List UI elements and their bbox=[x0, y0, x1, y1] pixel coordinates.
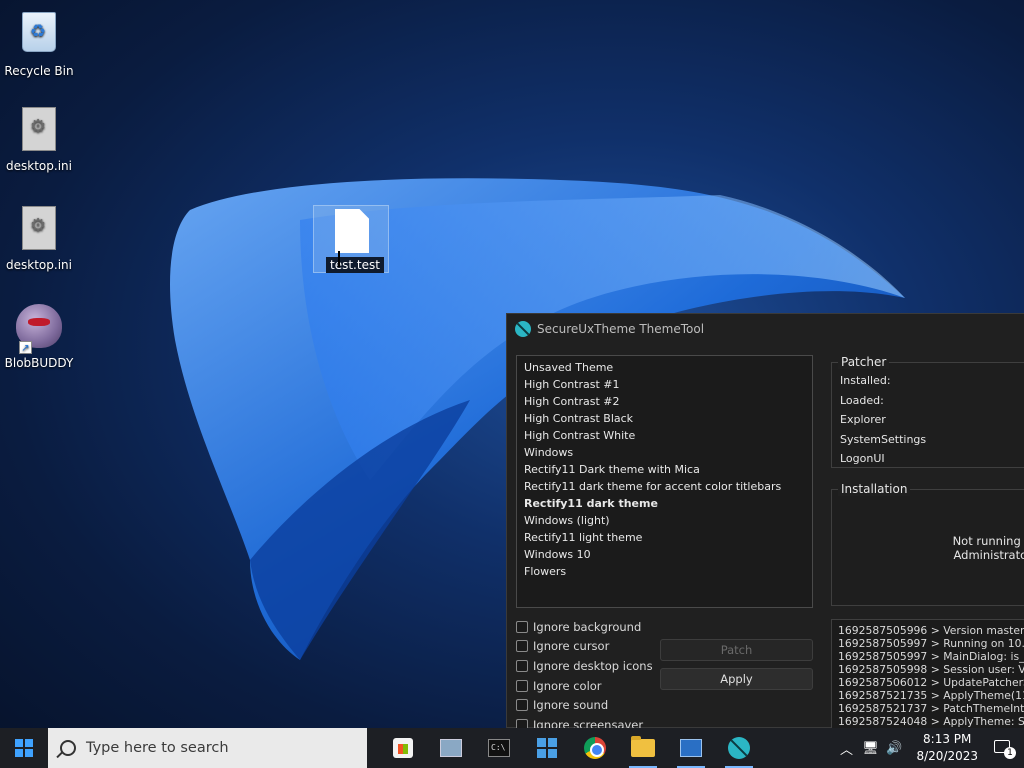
taskbar-tiles-app[interactable] bbox=[523, 728, 571, 768]
desktop-icon-blobbuddy[interactable]: ↗ BlobBUDDY bbox=[1, 304, 77, 370]
taskbar-apps: C:\ bbox=[379, 728, 763, 768]
theme-list-item[interactable]: Rectify11 light theme bbox=[517, 529, 812, 546]
log-line: 1692587506012 > UpdatePatcherStat bbox=[838, 676, 1024, 689]
apply-button[interactable]: Apply bbox=[660, 668, 813, 690]
taskbar-file-explorer[interactable] bbox=[619, 728, 667, 768]
log-output[interactable]: 1692587505996 > Version master 169258750… bbox=[831, 619, 1024, 731]
window-title: SecureUxTheme ThemeTool bbox=[537, 322, 705, 336]
chrome-icon bbox=[584, 737, 606, 759]
taskbar-store[interactable] bbox=[379, 728, 427, 768]
desktop-icon-recycle-bin[interactable]: Recycle Bin bbox=[1, 8, 77, 78]
theme-list-item[interactable]: Windows 10 bbox=[517, 546, 812, 563]
theme-list[interactable]: Unsaved Theme High Contrast #1 High Cont… bbox=[516, 355, 813, 608]
clock-date: 8/20/2023 bbox=[916, 749, 978, 763]
network-icon[interactable]: 🖥 bbox=[859, 741, 881, 756]
log-line: 1692587524048 > ApplyTheme: SetC bbox=[838, 715, 1024, 728]
desktop-icon-test-file[interactable]: test.test bbox=[313, 205, 389, 273]
checkbox-ignore-cursor[interactable]: Ignore cursor bbox=[516, 637, 653, 657]
theme-list-item[interactable]: High Contrast #2 bbox=[517, 393, 812, 410]
checkbox-ignore-sound[interactable]: Ignore sound bbox=[516, 695, 653, 715]
options-checkboxes: Ignore background Ignore cursor Ignore d… bbox=[516, 617, 653, 735]
checkbox-ignore-color[interactable]: Ignore color bbox=[516, 676, 653, 696]
themetool-window: SecureUxTheme ThemeTool Unsaved Theme Hi… bbox=[506, 313, 1024, 732]
taskbar-command-prompt[interactable]: C:\ bbox=[475, 728, 523, 768]
patch-button[interactable]: Patch bbox=[660, 639, 813, 661]
log-line: 1692587505998 > Session user: VM5 bbox=[838, 663, 1024, 676]
system-tray: ︿ 🖥 🔊 8:13 PM 8/20/2023 1 bbox=[834, 728, 1024, 768]
installation-group: Installation Not running as Administrato… bbox=[831, 482, 1024, 606]
installation-title: Installation bbox=[838, 482, 911, 496]
theme-list-item[interactable]: Flowers bbox=[517, 563, 812, 580]
control-panel-icon bbox=[440, 739, 462, 757]
blue-app-icon bbox=[680, 739, 702, 757]
taskbar-control-panel[interactable] bbox=[427, 728, 475, 768]
notifications-button[interactable]: 1 bbox=[992, 738, 1016, 759]
chevron-up-icon[interactable]: ︿ bbox=[835, 739, 857, 758]
windows-logo-icon bbox=[15, 739, 33, 757]
desktop-icon-label: Recycle Bin bbox=[4, 64, 74, 78]
theme-list-item[interactable]: Windows bbox=[517, 444, 812, 461]
store-icon bbox=[393, 738, 413, 758]
taskbar: Type here to search C:\ ︿ 🖥 🔊 8:13 PM 8/… bbox=[0, 728, 1024, 768]
text-cursor-icon bbox=[338, 251, 340, 267]
settings-file-icon bbox=[15, 206, 63, 254]
blank-file-icon bbox=[335, 209, 369, 253]
log-line: 1692587505997 > MainDialog: is_ele bbox=[838, 650, 1024, 663]
recycle-bin-icon bbox=[15, 12, 63, 60]
theme-list-item[interactable]: Windows (light) bbox=[517, 512, 812, 529]
taskbar-themetool[interactable] bbox=[715, 728, 763, 768]
desktop-icon-label: BlobBUDDY bbox=[4, 356, 74, 370]
clock-time: 8:13 PM bbox=[923, 732, 972, 746]
desktop-icon-desktop-ini-2[interactable]: desktop.ini bbox=[1, 206, 77, 272]
desktop-icon-desktop-ini-1[interactable]: desktop.ini bbox=[1, 107, 77, 173]
theme-list-item[interactable]: High Contrast White bbox=[517, 427, 812, 444]
command-prompt-icon: C:\ bbox=[488, 739, 510, 757]
patcher-row-installed: Installed: bbox=[840, 374, 891, 387]
notification-count: 1 bbox=[1004, 747, 1016, 759]
patcher-row-explorer: Explorer bbox=[840, 413, 886, 426]
volume-icon[interactable]: 🔊 bbox=[883, 741, 905, 756]
log-line: 1692587521735 > ApplyTheme(11) bbox=[838, 689, 1024, 702]
theme-list-item[interactable]: Rectify11 Dark theme with Mica bbox=[517, 461, 812, 478]
search-placeholder: Type here to search bbox=[86, 740, 229, 756]
patcher-row-logonui: LogonUI bbox=[840, 452, 885, 465]
themetool-app-icon bbox=[515, 321, 531, 337]
taskbar-chrome[interactable] bbox=[571, 728, 619, 768]
start-button[interactable] bbox=[0, 728, 48, 768]
checkbox-ignore-background[interactable]: Ignore background bbox=[516, 617, 653, 637]
checkbox-ignore-desktop-icons[interactable]: Ignore desktop icons bbox=[516, 656, 653, 676]
installation-message: Not running as Administrator! bbox=[952, 534, 1024, 562]
taskbar-blue-app[interactable] bbox=[667, 728, 715, 768]
settings-file-icon bbox=[15, 107, 63, 155]
window-titlebar[interactable]: SecureUxTheme ThemeTool bbox=[507, 314, 1024, 344]
patcher-group: Patcher Installed: Loaded: Explorer Syst… bbox=[831, 355, 1024, 468]
patcher-row-systemsettings: SystemSettings bbox=[840, 432, 927, 446]
patcher-row-loaded: Loaded: bbox=[840, 393, 884, 407]
file-explorer-icon bbox=[631, 736, 655, 757]
log-line: 1692587521737 > PatchThemeIntern bbox=[838, 702, 1024, 715]
theme-list-item[interactable]: High Contrast Black bbox=[517, 410, 812, 427]
search-icon bbox=[60, 740, 76, 756]
taskbar-search-box[interactable]: Type here to search bbox=[48, 728, 367, 768]
tiles-icon bbox=[537, 738, 557, 758]
desktop-icon-label: desktop.ini bbox=[6, 258, 72, 272]
theme-list-item[interactable]: Rectify11 dark theme for accent color ti… bbox=[517, 478, 812, 495]
log-line: 1692587505997 > Running on 10.0.1 bbox=[838, 637, 1024, 650]
blobbuddy-icon: ↗ bbox=[15, 304, 63, 354]
patcher-title: Patcher bbox=[838, 355, 890, 369]
file-rename-label[interactable]: test.test bbox=[326, 257, 384, 273]
themetool-icon bbox=[728, 737, 750, 759]
theme-list-item[interactable]: High Contrast #1 bbox=[517, 376, 812, 393]
theme-list-item[interactable]: Unsaved Theme bbox=[517, 359, 812, 376]
clock[interactable]: 8:13 PM 8/20/2023 bbox=[916, 731, 978, 765]
log-line: 1692587505996 > Version master bbox=[838, 624, 1024, 637]
theme-list-item-active[interactable]: Rectify11 dark theme bbox=[517, 495, 812, 512]
shortcut-arrow-icon: ↗ bbox=[19, 341, 32, 354]
desktop-icon-label: desktop.ini bbox=[6, 159, 72, 173]
